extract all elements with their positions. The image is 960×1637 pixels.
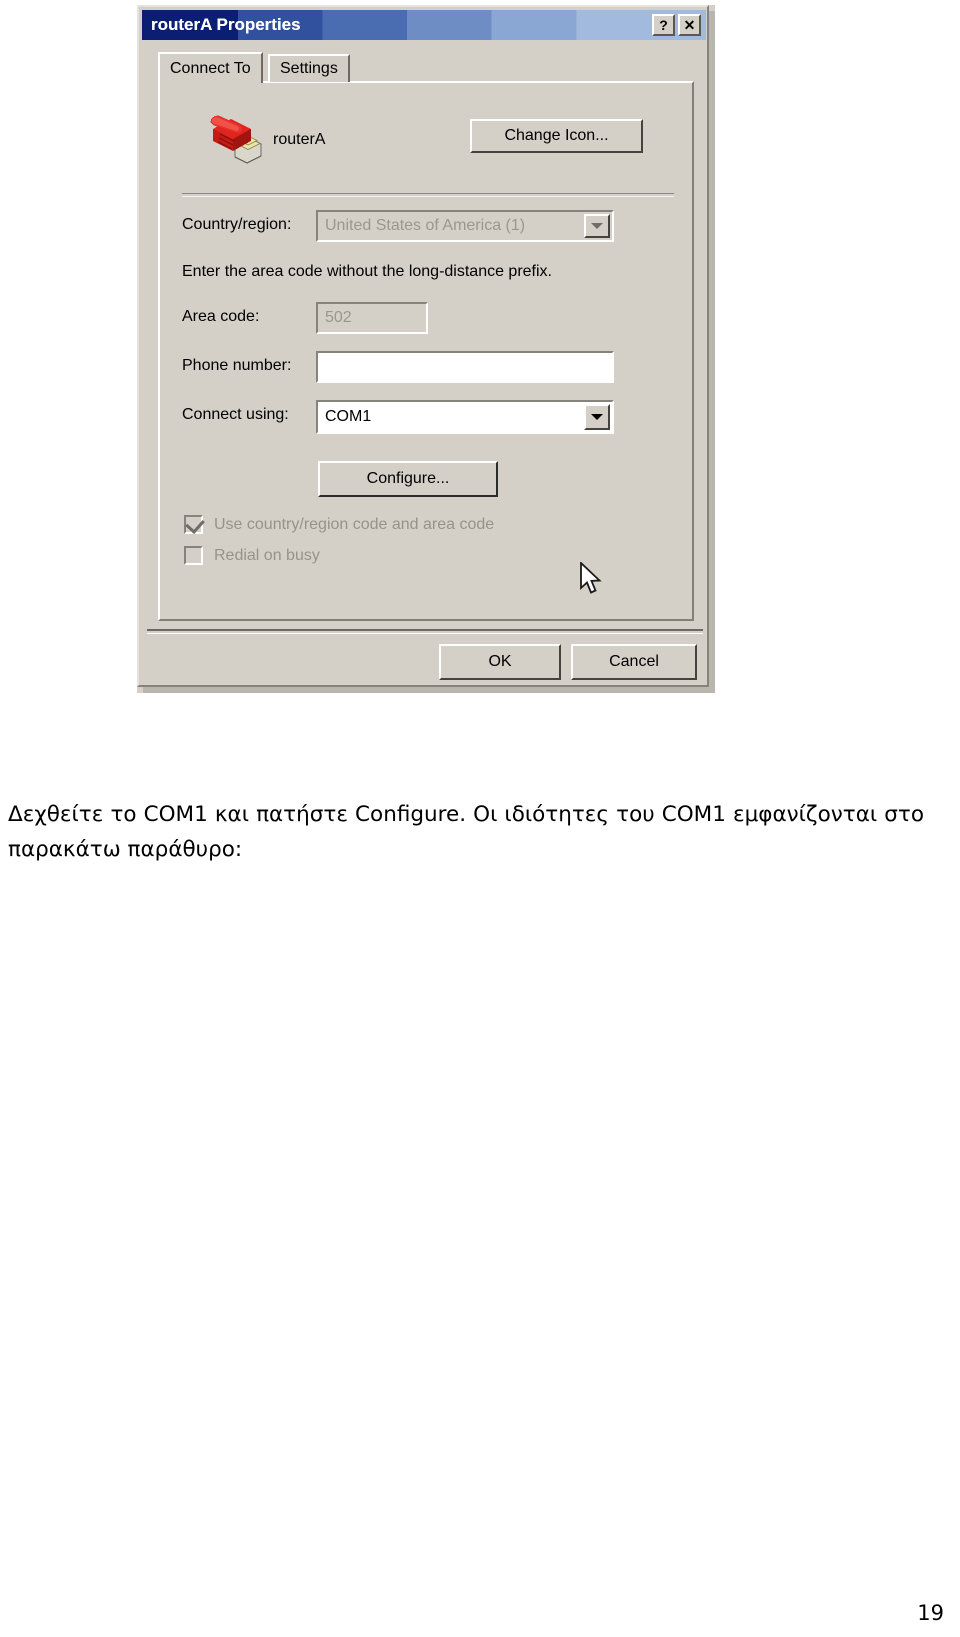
connection-name-label: routerA	[273, 131, 326, 148]
connection-identity-row: routerA Change Icon...	[205, 111, 645, 173]
screenshot-image: routerA Properties ? ✕ Connect To Settin…	[137, 5, 715, 693]
tab-strip: Connect To Settings	[158, 52, 694, 83]
change-icon-button[interactable]: Change Icon...	[470, 119, 643, 153]
dialog-title: routerA Properties	[151, 15, 301, 34]
properties-dialog-window: routerA Properties ? ✕ Connect To Settin…	[137, 5, 709, 687]
page-number: 19	[917, 1601, 944, 1625]
checkbox-unchecked-icon[interactable]	[184, 546, 203, 565]
phone-number-label: Phone number:	[182, 357, 292, 374]
footer-separator	[147, 629, 703, 634]
connect-to-tab-panel: routerA Change Icon... Country/region: U…	[158, 81, 694, 621]
dialog-titlebar[interactable]: routerA Properties ? ✕	[142, 10, 706, 40]
connect-using-combobox[interactable]: COM1	[316, 400, 614, 434]
country-region-label: Country/region:	[182, 216, 292, 233]
window-drop-shadow-bottom	[143, 687, 715, 693]
country-region-value: United States of America (1)	[325, 217, 526, 234]
chevron-down-icon[interactable]	[584, 404, 610, 430]
checkbox-checked-icon[interactable]	[184, 514, 205, 534]
tab-connect-to[interactable]: Connect To	[158, 52, 263, 83]
redial-on-busy-checkbox[interactable]: Redial on busy	[184, 546, 320, 565]
help-button[interactable]: ?	[652, 14, 675, 36]
connect-using-label: Connect using:	[182, 406, 289, 423]
country-region-combobox[interactable]: United States of America (1)	[316, 210, 614, 242]
use-country-area-code-checkbox[interactable]: Use country/region code and area code	[184, 514, 495, 534]
tab-settings-label: Settings	[280, 60, 338, 77]
configure-button-label: Configure...	[366, 470, 450, 487]
body-paragraph: Δεχθείτε το COM1 και πατήστε Configure. …	[8, 802, 924, 862]
window-drop-shadow-right	[709, 11, 715, 693]
area-code-input[interactable]: 502	[316, 302, 428, 334]
titlebar-button-group: ? ✕	[652, 14, 701, 36]
mouse-cursor	[580, 560, 604, 598]
configure-button[interactable]: Configure...	[318, 461, 498, 497]
cancel-button[interactable]: Cancel	[571, 644, 697, 680]
area-code-hint: Enter the area code without the long-dis…	[182, 263, 552, 280]
ok-button[interactable]: OK	[439, 644, 561, 680]
use-country-area-code-label: Use country/region code and area code	[214, 515, 495, 533]
tab-settings[interactable]: Settings	[268, 54, 350, 82]
connect-using-value: COM1	[325, 408, 372, 425]
ok-button-label: OK	[488, 653, 512, 670]
tab-connect-to-label: Connect To	[170, 59, 251, 77]
cancel-button-label: Cancel	[609, 653, 659, 670]
telephone-icon	[205, 111, 263, 165]
change-icon-button-label: Change Icon...	[504, 127, 609, 144]
phone-number-input[interactable]	[316, 351, 614, 383]
area-code-label: Area code:	[182, 308, 260, 325]
close-button[interactable]: ✕	[678, 14, 701, 36]
chevron-down-icon[interactable]	[584, 214, 610, 238]
area-code-value: 502	[325, 309, 352, 326]
redial-on-busy-label: Redial on busy	[214, 546, 320, 564]
identity-separator	[182, 193, 674, 197]
